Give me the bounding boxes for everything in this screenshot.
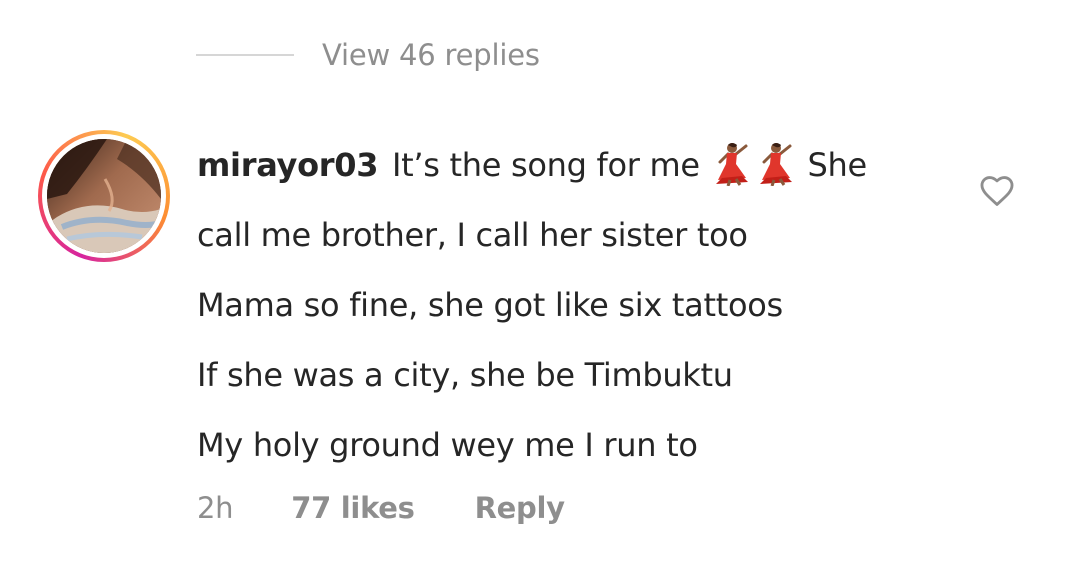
comment-text-1: It’s the song for me bbox=[392, 146, 700, 184]
comment-line-1: mirayor03 It’s the song for me She bbox=[197, 130, 927, 200]
comment-line-5: My holy ground wey me I run to bbox=[197, 426, 698, 464]
view-replies-button[interactable]: View 46 replies bbox=[196, 28, 540, 82]
avatar bbox=[47, 139, 161, 253]
heart-outline-icon[interactable] bbox=[978, 172, 1016, 210]
comment-body: mirayor03 It’s the song for me She call … bbox=[197, 130, 927, 480]
avatar-image bbox=[47, 139, 161, 253]
view-replies-label: View 46 replies bbox=[322, 38, 540, 72]
likes-count-button[interactable]: 77 likes bbox=[291, 491, 415, 525]
comment-line-4: If she was a city, she be Timbuktu bbox=[197, 356, 733, 394]
dancer-icon bbox=[759, 143, 792, 186]
comment-meta: 2h 77 likes Reply bbox=[197, 484, 565, 532]
comment-text-1-tail: She bbox=[807, 146, 868, 184]
comment-line-3: Mama so fine, she got like six tattoos bbox=[197, 286, 783, 324]
comment-username[interactable]: mirayor03 bbox=[197, 146, 378, 184]
reply-button[interactable]: Reply bbox=[475, 491, 565, 525]
replies-divider bbox=[196, 54, 294, 56]
comment-line-2: call me brother, I call her sister too bbox=[197, 216, 748, 254]
dancer-icon bbox=[715, 143, 748, 186]
avatar-story-ring[interactable] bbox=[38, 130, 170, 262]
comment-timestamp: 2h bbox=[197, 491, 234, 525]
